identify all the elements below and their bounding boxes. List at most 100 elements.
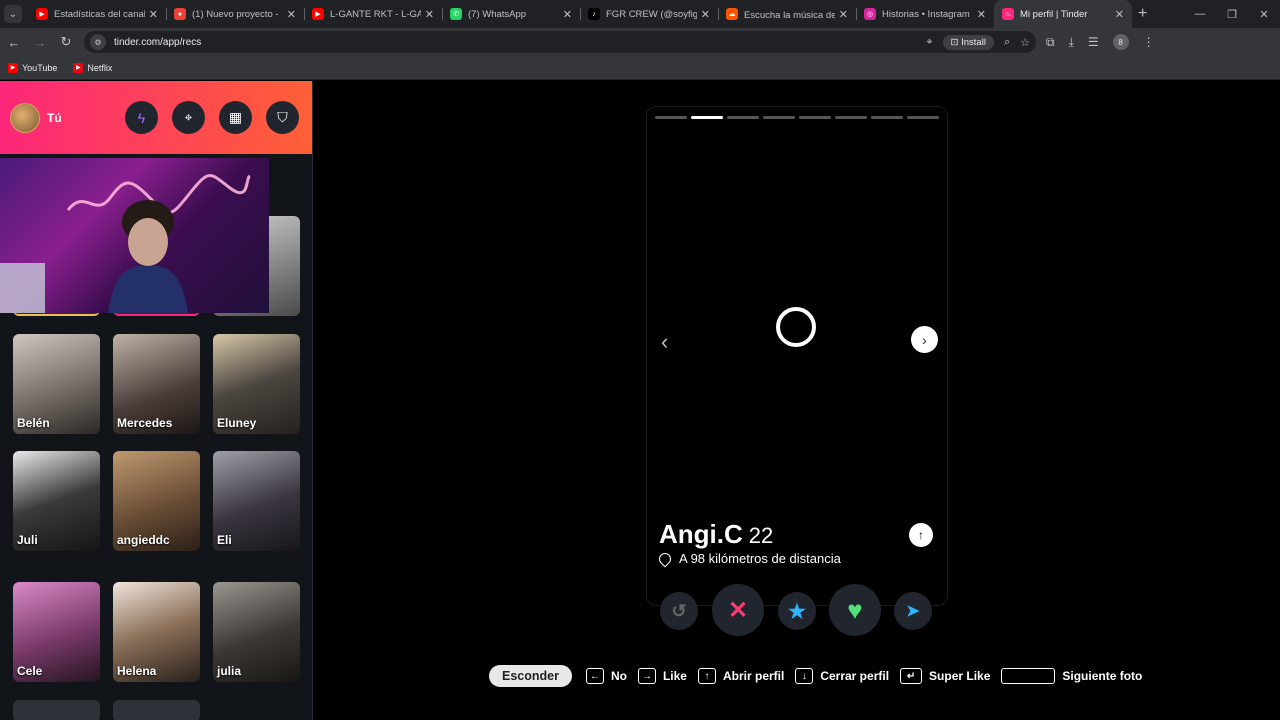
keyboard-key-icon: ←	[585, 668, 604, 684]
tab-search-chevron-icon[interactable]: ⌄	[4, 5, 22, 23]
url-text: tinder.com/app/recs	[114, 36, 202, 48]
site-info-icon[interactable]: ⚙	[90, 34, 106, 50]
tab-close-icon[interactable]: ✕	[149, 8, 158, 21]
match-card[interactable]: Juli	[13, 451, 100, 551]
browser-tab[interactable]: ● (1) Nuevo proyecto - ✕	[166, 0, 304, 28]
next-photo-button[interactable]: ›	[911, 326, 938, 353]
chrome-menu-icon[interactable]: ⋮	[1143, 35, 1155, 49]
close-window-icon[interactable]: ✕	[1248, 8, 1280, 21]
photo-progress-bars	[655, 116, 939, 119]
tab-close-icon[interactable]: ✕	[977, 8, 986, 21]
profile-distance: A 98 kilómetros de distancia	[656, 550, 841, 567]
tab-close-icon[interactable]: ✕	[425, 8, 434, 21]
tab-close-icon[interactable]: ✕	[563, 8, 572, 21]
shortcut-label: Abrir perfil	[722, 669, 785, 683]
match-card-name: Helena	[117, 664, 157, 678]
browser-tab[interactable]: ✆ (7) WhatsApp ✕	[442, 0, 580, 28]
tab-favicon-icon: ✆	[450, 8, 462, 20]
bookmark-star-icon[interactable]: ☆	[1020, 36, 1030, 49]
like-button[interactable]: ♥	[829, 584, 881, 636]
photo-progress-bar	[835, 116, 867, 119]
tab-close-icon[interactable]: ✕	[287, 8, 296, 21]
boost-send-button[interactable]: ➤	[894, 592, 932, 630]
window-controls: — ❐ ✕	[1184, 0, 1280, 28]
photo-progress-bar	[727, 116, 759, 119]
browser-tab[interactable]: ♨ Mi perfil | Tinder ✕	[994, 0, 1132, 28]
rewind-button[interactable]: ↺	[660, 592, 698, 630]
shortcut-hint: ↑ Abrir perfil	[697, 668, 785, 684]
match-card-partial[interactable]	[113, 700, 200, 720]
forward-arrow-icon[interactable]: →	[28, 30, 52, 54]
match-card-partial[interactable]	[13, 700, 100, 720]
browser-tab[interactable]: ♪ FGR CREW (@soyfiguero ✕	[580, 0, 718, 28]
profile-name-text: Angi.C	[659, 519, 743, 549]
toolbar-actions: ⧉ ⤓ ☰ 8 ⋮	[1046, 34, 1155, 50]
tab-title: L-GANTE RKT - L-GANTE	[330, 8, 421, 20]
match-card[interactable]: Belén	[13, 334, 100, 434]
profile-name: Angi.C 22	[659, 519, 773, 550]
open-profile-arrow-icon[interactable]: ↑	[909, 523, 933, 547]
briefcase-icon[interactable]: ▦	[219, 101, 252, 134]
bookmark-item[interactable]: ▶ Netflix	[73, 62, 112, 73]
keyboard-key-icon	[1001, 668, 1056, 684]
tab-close-icon[interactable]: ✕	[1115, 8, 1124, 21]
photo-progress-bar	[655, 116, 687, 119]
address-bar[interactable]: ⚙ tinder.com/app/recs ⌖ ⊡ Install ⌕ ☆	[84, 31, 1036, 53]
hide-shortcuts-button[interactable]: Esconder	[489, 665, 572, 687]
user-avatar[interactable]	[10, 102, 40, 133]
tab-favicon-icon: ●	[174, 8, 186, 20]
browser-tab[interactable]: ☁ Escucha la música de ℱℊ ✕	[718, 0, 856, 28]
back-arrow-icon[interactable]: ←	[2, 30, 26, 54]
browser-tab[interactable]: ◎ Historias • Instagram ✕	[856, 0, 994, 28]
shortcut-hint: → Like	[637, 668, 687, 684]
photo-progress-bar	[799, 116, 831, 119]
match-card[interactable]: Eluney	[213, 334, 300, 434]
tab-title: Mi perfil | Tinder	[1020, 8, 1088, 20]
profile-card[interactable]: ‹ › Angi.C 22 ↑ A 98 kilómetros de distan…	[646, 106, 948, 606]
match-card[interactable]: Cele	[13, 582, 100, 682]
photo-progress-bar	[691, 116, 723, 119]
downloads-icon[interactable]: ⤓	[1069, 35, 1074, 50]
minimize-icon[interactable]: —	[1184, 8, 1216, 20]
match-card-name: Belén	[17, 416, 50, 430]
browser-tab[interactable]: ▶ L-GANTE RKT - L-GANTE ✕	[304, 0, 442, 28]
match-card[interactable]: Helena	[113, 582, 200, 682]
match-card[interactable]: Eli	[213, 451, 300, 551]
tab-close-icon[interactable]: ✕	[701, 8, 710, 21]
explore-compass-icon[interactable]: ⌖	[172, 101, 205, 134]
media-controls-icon[interactable]: ☰	[1088, 35, 1099, 49]
profile-avatar[interactable]: 8	[1112, 34, 1129, 50]
tab-close-icon[interactable]: ✕	[839, 8, 848, 21]
previous-photo-chevron-icon[interactable]: ‹	[661, 329, 668, 355]
sidebar-header: Tú ϟ ⌖ ▦ ⛉	[0, 81, 312, 154]
super-like-button[interactable]: ★	[778, 592, 816, 630]
bookmark-favicon-icon: ▶	[73, 62, 84, 73]
extensions-puzzle-icon[interactable]: ⧉	[1046, 35, 1055, 50]
reload-icon[interactable]: ↻	[54, 30, 78, 54]
match-card[interactable]: angieddc	[113, 451, 200, 551]
shortcut-hint: ↓ Cerrar perfil	[795, 668, 889, 684]
bookmark-favicon-icon: ▶	[8, 62, 18, 73]
safety-shield-icon[interactable]: ⛉	[266, 101, 299, 134]
shortcut-hint: ← No	[585, 668, 627, 684]
user-label[interactable]: Tú	[47, 111, 62, 125]
tab-title: (7) WhatsApp	[468, 8, 527, 20]
location-pin-icon[interactable]: ⌖	[926, 36, 932, 49]
keyboard-key-icon: ↑	[697, 668, 716, 684]
match-card[interactable]: Mercedes	[113, 334, 200, 434]
zoom-icon[interactable]: ⌕	[1004, 36, 1010, 49]
boost-lightning-icon[interactable]: ϟ	[125, 101, 158, 134]
browser-tab[interactable]: ▶ Estadísticas del canal - Yo ✕	[28, 0, 166, 28]
nope-button[interactable]: ✕	[712, 584, 764, 636]
match-card[interactable]: julia	[213, 582, 300, 682]
keyboard-key-icon: ↵	[900, 668, 923, 684]
install-app-button[interactable]: ⊡ Install	[942, 34, 994, 50]
browser-tab-strip: ⌄ ▶ Estadísticas del canal - Yo ✕ ● (1) Nuev…	[0, 0, 1280, 28]
new-tab-plus-icon[interactable]: +	[1138, 5, 1147, 23]
keyboard-shortcuts-bar: Esconder ← No → Like ↑ Abrir perfil ↓ Cerrar pe…	[489, 664, 1153, 688]
restore-icon[interactable]: ❐	[1216, 8, 1248, 21]
match-card-name: Eluney	[217, 416, 257, 430]
distance-text: A 98 kilómetros de distancia	[679, 551, 841, 566]
bookmark-item[interactable]: ▶ YouTube	[8, 62, 57, 73]
install-label: Install	[961, 36, 986, 48]
